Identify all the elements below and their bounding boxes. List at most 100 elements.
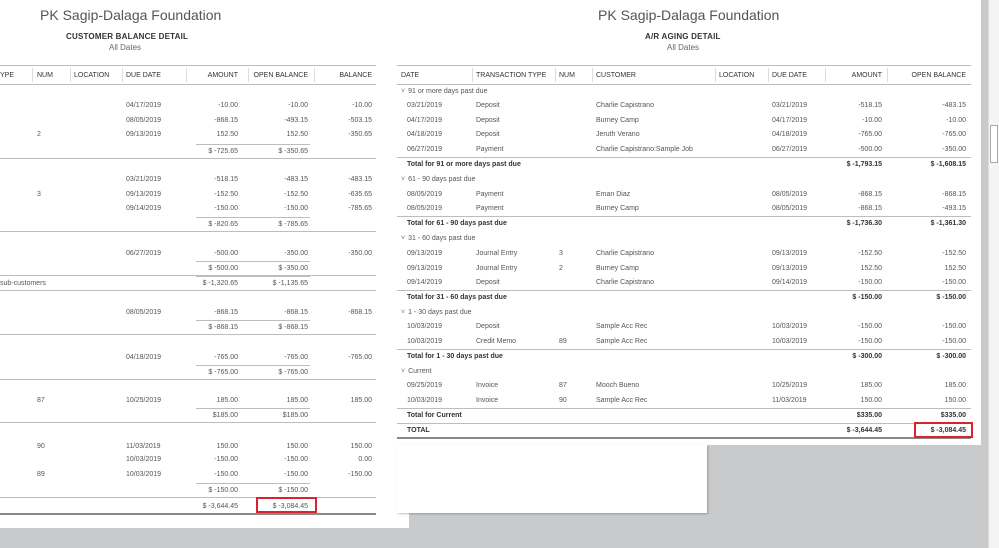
row-open-balance: -150.00	[942, 279, 966, 286]
row-num: 89	[559, 338, 567, 345]
row-customer: Burney Camp	[596, 117, 639, 124]
subtotal-open-balance: $ -1,608.15	[930, 161, 966, 168]
right-highlight-box	[914, 422, 973, 438]
subtotal-amount: $ -300.00	[852, 353, 882, 360]
row-amount: -150.00	[214, 205, 238, 212]
left-report-title: CUSTOMER BALANCE DETAIL	[66, 32, 189, 41]
aging-section-header: ˅ Current	[401, 367, 431, 376]
row-customer: Mooch Bueno	[596, 382, 640, 389]
col-header-customer: CUSTOMER	[596, 72, 636, 79]
row-transaction-type: Deposit	[476, 102, 500, 109]
subtotal-rule	[196, 217, 310, 218]
row-num: 89	[37, 471, 45, 478]
column-separator	[768, 68, 769, 82]
row-transaction-type: Payment	[476, 191, 504, 198]
col-header-type: YPE	[0, 72, 15, 79]
subtotal-open-balance: $ -350.00	[278, 265, 308, 272]
row-amount: -10.00	[862, 117, 882, 124]
row-amount: 150.00	[860, 397, 882, 404]
row-amount: -518.15	[858, 102, 882, 109]
row-balance: -350.00	[348, 250, 372, 257]
row-transaction-type: Credit Memo	[476, 338, 517, 345]
row-due-date: 06/27/2019	[126, 250, 162, 257]
row-num: 87	[559, 382, 567, 389]
row-transaction-type: Deposit	[476, 279, 500, 286]
caret-down-icon[interactable]: ˅	[401, 175, 405, 184]
col-header-num: NUM	[37, 72, 53, 79]
caret-down-icon[interactable]: ˅	[401, 367, 405, 376]
row-customer: Burney Camp	[596, 205, 639, 212]
row-transaction-type: Invoice	[476, 382, 499, 389]
row-date: 09/13/2019	[407, 250, 443, 257]
row-due-date: 11/03/2019	[126, 443, 161, 450]
row-due-date: 03/21/2019	[126, 176, 162, 183]
right-header-top-rule	[397, 65, 971, 66]
row-open-balance: -150.00	[942, 338, 966, 345]
subtotal-label: Total for 91 or more days past due	[407, 161, 521, 168]
row-amount: -150.00	[214, 471, 238, 478]
row-due-date: 04/18/2019	[126, 354, 162, 361]
row-date: 03/21/2019	[407, 102, 443, 109]
row-due-date: 04/17/2019	[126, 102, 162, 109]
row-transaction-type: Invoice	[476, 397, 499, 404]
section-rule	[0, 497, 376, 498]
subtotal-amount: $ -765.00	[208, 369, 238, 376]
row-amount: -518.15	[214, 176, 238, 183]
row-date: 09/13/2019	[407, 265, 443, 272]
subtotal-open-balance: $ -300.00	[936, 353, 966, 360]
subtotal-open-balance: $335.00	[940, 412, 966, 419]
row-open-balance: -483.15	[942, 102, 966, 109]
column-separator	[314, 68, 315, 82]
aging-section-header: ˅ 91 or more days past due	[401, 87, 487, 96]
column-separator	[472, 68, 473, 82]
row-date: 10/03/2019	[407, 338, 443, 345]
subtotal-open-balance: $ -150.00	[936, 294, 966, 301]
row-amount: -150.00	[858, 323, 882, 330]
subtotal-open-balance: $ -765.00	[278, 369, 308, 376]
customer-balance-detail-report: PK Sagip-Dalaga Foundation CUSTOMER BALA…	[0, 0, 409, 528]
row-balance: 150.00	[350, 443, 372, 450]
subtotal-rule	[196, 261, 310, 262]
column-separator	[715, 68, 716, 82]
row-open-balance: -493.15	[942, 205, 966, 212]
subtotal-rule	[196, 483, 310, 484]
row-amount: -868.15	[858, 191, 882, 198]
subtotal-amount: $ -868.15	[208, 324, 238, 331]
col-header-location: LOCATION	[74, 72, 110, 79]
column-separator	[122, 68, 123, 82]
row-num: 2	[37, 131, 41, 138]
caret-down-icon[interactable]: ˅	[401, 87, 405, 96]
right-header-bottom-rule	[397, 84, 971, 85]
row-amount: -150.00	[858, 279, 882, 286]
col-header-date: DATE	[401, 72, 420, 79]
row-amount: -868.15	[858, 205, 882, 212]
grand-total-amount: $ -3,644.45	[202, 503, 238, 510]
aging-section-header: ˅ 61 - 90 days past due	[401, 175, 475, 184]
column-separator	[825, 68, 826, 82]
row-date: 09/14/2019	[407, 279, 443, 286]
right-report-subtitle: All Dates	[667, 43, 700, 52]
row-balance: -483.15	[348, 176, 372, 183]
subtotal-rule	[196, 276, 310, 277]
row-amount: 185.00	[216, 397, 238, 404]
row-transaction-type: Payment	[476, 205, 504, 212]
col-header-amount: AMOUNT	[851, 72, 882, 79]
row-amount: -765.00	[214, 354, 238, 361]
vertical-scrollbar[interactable]	[988, 0, 999, 548]
col-header-num: NUM	[559, 72, 575, 79]
subtotal-label: Total for 61 - 90 days past due	[407, 220, 507, 227]
row-amount: -500.00	[858, 146, 882, 153]
left-report-subtitle: All Dates	[109, 43, 142, 52]
row-due-date: 10/03/2019	[126, 471, 162, 478]
scrollbar-thumb[interactable]	[990, 125, 998, 163]
row-amount: -500.00	[214, 250, 238, 257]
caret-down-icon[interactable]: ˅	[401, 234, 405, 243]
row-transaction-type: Deposit	[476, 323, 500, 330]
caret-down-icon[interactable]: ˅	[401, 308, 405, 317]
subtotal-top-rule	[397, 290, 971, 291]
row-amount: 185.00	[860, 382, 882, 389]
subtotal-rule	[196, 365, 310, 366]
subtotal-rule	[196, 320, 310, 321]
grand-total-amount: $ -3,644.45	[846, 427, 882, 434]
subtotal-amount: $185.00	[212, 412, 238, 419]
